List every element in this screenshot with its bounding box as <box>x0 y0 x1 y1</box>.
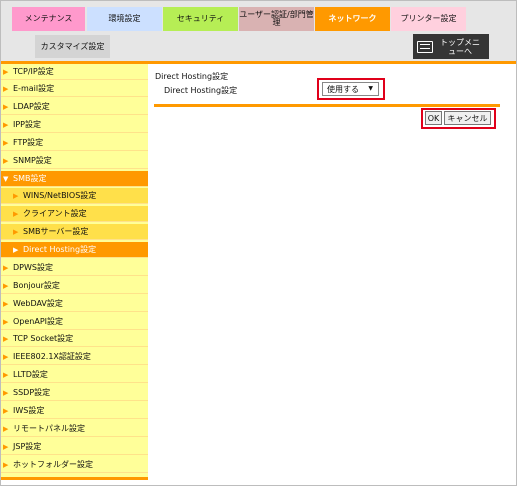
arrow-right-icon: ▶ <box>3 388 9 397</box>
sidebar-item-ieee8021x[interactable]: ▶ IEEE802.1X認証設定 <box>1 349 148 365</box>
arrow-right-icon: ▶ <box>3 67 9 76</box>
arrow-right-icon: ▶ <box>3 281 9 290</box>
arrow-right-icon: ▶ <box>3 102 9 111</box>
direct-hosting-label: Direct Hosting設定 <box>164 86 238 95</box>
arrow-right-icon: ▶ <box>3 156 9 165</box>
section-title: Direct Hosting設定 <box>155 72 229 81</box>
caret-down-icon: ▼ <box>368 85 373 92</box>
sidebar-item-dpws[interactable]: ▶ DPWS設定 <box>1 260 148 276</box>
sidebar-item-ssdp[interactable]: ▶ SSDP設定 <box>1 385 148 401</box>
sidebar-item-ipp[interactable]: ▶ IPP設定 <box>1 117 148 133</box>
sidebar: ▶ TCP/IP設定 ▶ E-mail設定 ▶ LDAP設定 ▶ IPP設定 ▶ FTP設… <box>1 64 148 477</box>
arrow-right-icon: ▶ <box>3 424 9 433</box>
sidebar-item-smb[interactable]: ▼ SMB設定 <box>1 171 148 187</box>
arrow-right-icon: ▶ <box>3 120 9 129</box>
sidebar-item-jsp[interactable]: ▶ JSP設定 <box>1 439 148 455</box>
top-menu-button[interactable]: トップメニューへ <box>413 34 489 59</box>
arrow-right-icon: ▶ <box>13 245 19 254</box>
sidebar-item-ldap[interactable]: ▶ LDAP設定 <box>1 99 148 115</box>
content-divider <box>154 104 500 107</box>
arrow-right-icon: ▶ <box>3 406 9 415</box>
arrow-right-icon: ▶ <box>13 191 19 200</box>
arrow-right-icon: ▶ <box>13 209 19 218</box>
arrow-right-icon: ▶ <box>3 370 9 379</box>
arrow-right-icon: ▶ <box>3 352 9 361</box>
arrow-down-icon: ▼ <box>3 174 9 183</box>
sidebar-item-email[interactable]: ▶ E-mail設定 <box>1 81 148 97</box>
sidebar-item-webdav[interactable]: ▶ WebDAV設定 <box>1 296 148 312</box>
select-value: 使用する <box>327 84 359 94</box>
sidebar-item-tcpip[interactable]: ▶ TCP/IP設定 <box>1 64 148 80</box>
arrow-right-icon: ▶ <box>3 299 9 308</box>
arrow-right-icon: ▶ <box>3 460 9 469</box>
sidebar-subitem-smb-server[interactable]: ▶ SMBサーバー設定 <box>1 224 148 240</box>
ok-button[interactable]: OK <box>425 111 442 125</box>
sidebar-item-ftp[interactable]: ▶ FTP設定 <box>1 135 148 151</box>
direct-hosting-select[interactable]: 使用する ▼ <box>322 82 379 96</box>
sidebar-item-tcp-socket[interactable]: ▶ TCP Socket設定 <box>1 331 148 347</box>
tab-maintenance[interactable]: メンテナンス <box>12 7 85 31</box>
sidebar-item-hot-folder[interactable]: ▶ ホットフォルダー設定 <box>1 457 148 473</box>
sidebar-item-iws[interactable]: ▶ IWS設定 <box>1 403 148 419</box>
tab-customize[interactable]: カスタマイズ設定 <box>35 35 110 58</box>
sidebar-item-bonjour[interactable]: ▶ Bonjour設定 <box>1 278 148 294</box>
top-menu-label: トップメニューへ <box>440 37 480 56</box>
arrow-right-icon: ▶ <box>3 442 9 451</box>
sidebar-subitem-direct-hosting[interactable]: ▶ Direct Hosting設定 <box>1 242 148 258</box>
sidebar-item-snmp[interactable]: ▶ SNMP設定 <box>1 153 148 169</box>
arrow-right-icon: ▶ <box>3 138 9 147</box>
sidebar-subitem-wins-netbios[interactable]: ▶ WINS/NetBIOS設定 <box>1 188 148 204</box>
tab-printer-settings[interactable]: プリンター設定 <box>391 7 466 31</box>
arrow-right-icon: ▶ <box>3 263 9 272</box>
sidebar-subitem-client[interactable]: ▶ クライアント設定 <box>1 206 148 222</box>
tab-security[interactable]: セキュリティ <box>163 7 238 31</box>
tab-network[interactable]: ネットワーク <box>315 7 390 31</box>
sidebar-item-openapi[interactable]: ▶ OpenAPI設定 <box>1 314 148 330</box>
arrow-right-icon: ▶ <box>3 84 9 93</box>
sidebar-item-remote-panel[interactable]: ▶ リモートパネル設定 <box>1 421 148 437</box>
tab-user-auth[interactable]: ユーザー認証/部門管理 <box>239 7 314 31</box>
arrow-right-icon: ▶ <box>13 227 19 236</box>
arrow-right-icon: ▶ <box>3 317 9 326</box>
menu-list-icon <box>417 40 433 53</box>
sidebar-item-lltd[interactable]: ▶ LLTD設定 <box>1 367 148 383</box>
arrow-right-icon: ▶ <box>3 334 9 343</box>
sidebar-bottom-divider <box>1 477 148 480</box>
tab-environment[interactable]: 環境設定 <box>87 7 162 31</box>
cancel-button[interactable]: キャンセル <box>444 111 491 125</box>
